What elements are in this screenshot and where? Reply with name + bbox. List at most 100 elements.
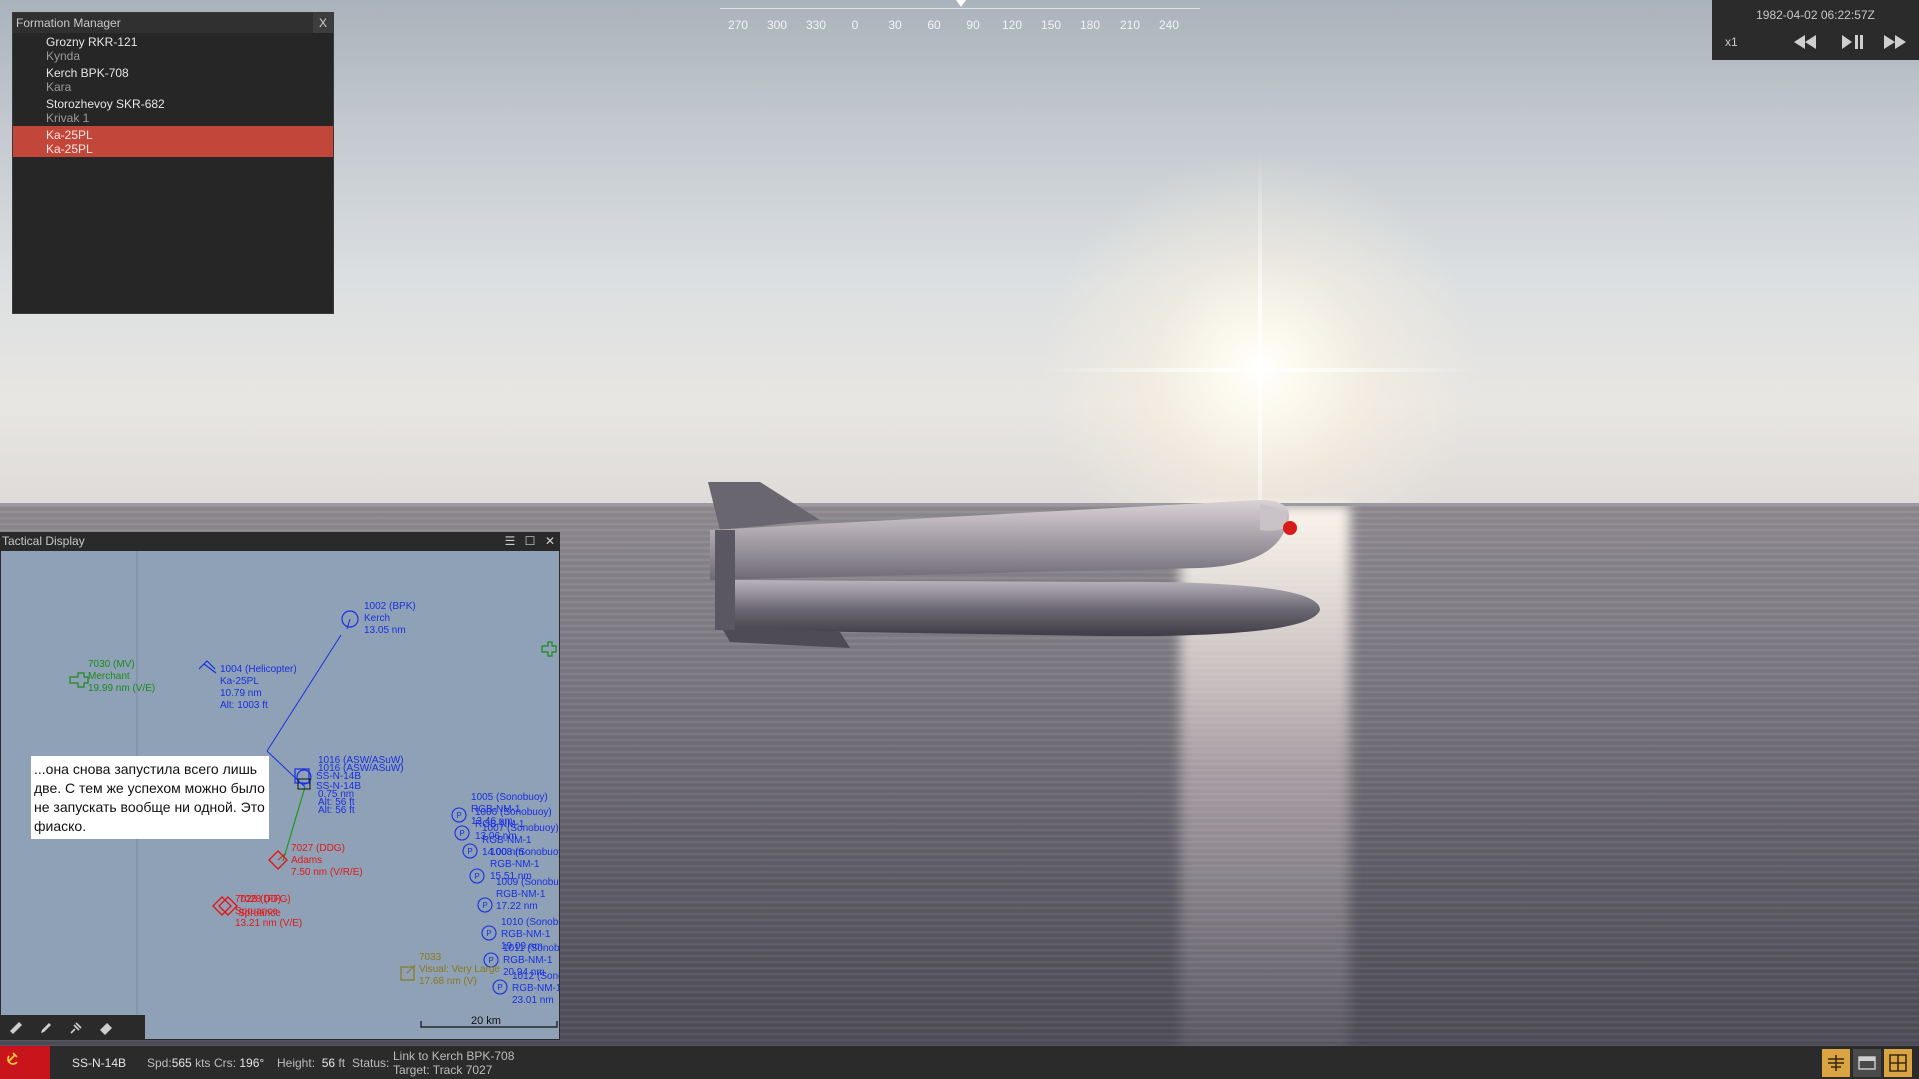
- sun-ray: [1040, 368, 1480, 372]
- map-scale-label: 20 km: [471, 1015, 501, 1027]
- svg-text:P: P: [456, 811, 461, 820]
- friendly-helicopter-marker[interactable]: [198, 660, 217, 674]
- ruler-button[interactable]: [1, 1015, 31, 1039]
- compass-label: 30: [888, 18, 902, 32]
- height-readout: Height: 56 ft: [277, 1056, 346, 1070]
- compass-label: 240: [1158, 18, 1180, 32]
- compass-label: 180: [1079, 18, 1101, 32]
- pin-button[interactable]: [61, 1015, 91, 1039]
- formation-list: Grozny RKR-121 Kynda Kerch BPK-708 Kara …: [13, 33, 333, 157]
- contact-label-7030: 7030 (MV) Merchant 19.99 nm (V/E): [88, 659, 156, 694]
- contact-label-1004: 1004 (Helicopter) Ka-25PL 10.79 nm Alt: 100…: [220, 664, 297, 711]
- window-title: Tactical Display: [2, 534, 85, 548]
- svg-text:P: P: [474, 872, 479, 881]
- unit-name: Storozhevoy SKR-682: [46, 97, 165, 111]
- maximize-icon[interactable]: ☐: [522, 533, 538, 549]
- dialogue-subtitle: ...она снова запустила всего лишь две. С…: [31, 756, 269, 839]
- compass-label: 150: [1040, 18, 1062, 32]
- missile-model: [708, 482, 1320, 648]
- compass-label: 120: [1001, 18, 1023, 32]
- eraser-button[interactable]: [91, 1015, 121, 1039]
- fast-forward-button[interactable]: [1878, 30, 1912, 54]
- menu-icon[interactable]: ☰: [502, 533, 518, 549]
- unit-name: Kerch BPK-708: [46, 66, 129, 80]
- play-pause-icon: [1842, 35, 1863, 49]
- heading-compass: 270 300 330 0 30 60 90 120 150 180 210 2…: [720, 0, 1200, 34]
- compass-label: 90: [966, 18, 980, 32]
- close-icon[interactable]: ✕: [542, 533, 558, 549]
- contact-label-7033: 7033 Visual: Very Large 17.68 nm (V): [419, 952, 500, 987]
- contact-label-7027: 7027 (DDG) Adams 7.50 nm (V/R/E): [291, 843, 363, 878]
- eraser-icon: [100, 1023, 112, 1035]
- contact-label-1002: 1002 (BPK) Kerch 13.05 nm: [364, 601, 416, 636]
- speed-readout: Spd:565 kts: [147, 1056, 211, 1070]
- tactical-map[interactable]: PPP PPP PP 1002 (BPK) Kerch 13.05 nm 1004 …: [0, 550, 560, 1040]
- window-title: Formation Manager: [16, 16, 121, 30]
- neutral-contact-marker[interactable]: [541, 641, 557, 657]
- formation-item[interactable]: Grozny RKR-121 Kynda: [13, 33, 333, 64]
- heading-marker: [956, 0, 966, 7]
- unit-class: Ka-25PL: [46, 142, 93, 156]
- map-toolbar: [1, 1015, 145, 1039]
- grid-view-button[interactable]: [1884, 1049, 1912, 1077]
- unit-info-button[interactable]: [1853, 1049, 1881, 1077]
- course-readout: Crs: 196°: [214, 1056, 265, 1070]
- side-flag: [0, 1046, 50, 1079]
- compass-label: 330: [805, 18, 827, 32]
- unknown-contact-marker[interactable]: [400, 964, 416, 981]
- rewind-icon: [1794, 35, 1816, 49]
- formation-manager-titlebar[interactable]: Formation Manager X: [13, 13, 333, 33]
- hostile-ship-marker[interactable]: [212, 896, 238, 916]
- compass-label: 210: [1119, 18, 1141, 32]
- missile-marker[interactable]: [294, 768, 312, 790]
- formation-manager-window: Formation Manager X Grozny RKR-121 Kynda…: [12, 12, 334, 314]
- hostile-ship-marker[interactable]: [268, 850, 288, 870]
- grid-icon: [1889, 1054, 1907, 1072]
- svg-text:P: P: [467, 847, 472, 856]
- compass-label: 0: [851, 18, 859, 32]
- datalink-info: Link to Kerch BPK-708 Target: Track 7027: [393, 1049, 515, 1077]
- time-control-panel: 1982-04-02 06:22:57Z x1: [1712, 0, 1919, 60]
- formation-view-button[interactable]: [1822, 1049, 1850, 1077]
- hammer-sickle-icon: [7, 1052, 18, 1065]
- selected-unit-name: SS-N-14B: [72, 1056, 127, 1070]
- unit-class: Krivak 1: [46, 111, 90, 125]
- contact-label-7028: 7028 (DD) 7028 (FFG) Spruance Spruance 1…: [235, 894, 303, 929]
- game-datetime: 1982-04-02 06:22:57Z: [1756, 8, 1875, 22]
- tactical-display-titlebar[interactable]: Tactical Display ☰ ☐ ✕: [0, 532, 560, 550]
- svg-text:P: P: [459, 829, 464, 838]
- compass-label: 300: [766, 18, 788, 32]
- contact-label-1012: 1012 (Sonobuoy)RGB-NM-123.01 nm: [512, 971, 560, 1006]
- compass-scale: [720, 8, 1200, 9]
- formation-icon: [1828, 1055, 1844, 1071]
- contact-label-1016: 1016 (ASW/ASuW) 1016 (ASW/ASuW) SS-N-14B…: [316, 755, 404, 816]
- neutral-ship-marker[interactable]: [69, 672, 89, 688]
- formation-item-selected[interactable]: Ka-25PL Ka-25PL: [13, 126, 333, 157]
- unit-class: Kynda: [46, 49, 81, 63]
- svg-text:P: P: [486, 929, 491, 938]
- contact-label-1009: 1009 (Sonobuoy)RGB-NM-117.22 nm: [496, 877, 559, 912]
- formation-item[interactable]: Kerch BPK-708 Kara: [13, 64, 333, 95]
- formation-item[interactable]: Storozhevoy SKR-682 Krivak 1: [13, 95, 333, 126]
- compass-label: 270: [727, 18, 749, 32]
- panel-icon: [1858, 1056, 1876, 1070]
- tactical-display-window: Tactical Display ☰ ☐ ✕ P P P P P P P P 1…: [0, 532, 560, 1040]
- friendly-ship-marker[interactable]: [341, 610, 359, 630]
- pencil-icon: [41, 1023, 51, 1033]
- pin-icon: [70, 1022, 82, 1034]
- unit-name: Ka-25PL: [46, 128, 93, 142]
- compass-labels: 270 300 330 0 30 60 90 120 150 180 210 2…: [720, 18, 1200, 34]
- compass-label: 60: [927, 18, 941, 32]
- rewind-button[interactable]: [1788, 30, 1822, 54]
- fast-forward-icon: [1884, 35, 1906, 49]
- time-compression[interactable]: x1: [1725, 35, 1738, 49]
- status-label: Status:: [352, 1056, 390, 1070]
- ruler-icon: [10, 1022, 22, 1034]
- svg-text:P: P: [482, 901, 487, 910]
- play-pause-button[interactable]: [1836, 30, 1870, 54]
- unit-name: Grozny RKR-121: [46, 35, 138, 49]
- close-button[interactable]: X: [313, 13, 333, 33]
- unit-status-bar: SS-N-14B Spd:565 kts Crs: 196° Height: 5…: [0, 1046, 1919, 1079]
- pencil-button[interactable]: [31, 1015, 61, 1039]
- unit-class: Kara: [46, 80, 72, 94]
